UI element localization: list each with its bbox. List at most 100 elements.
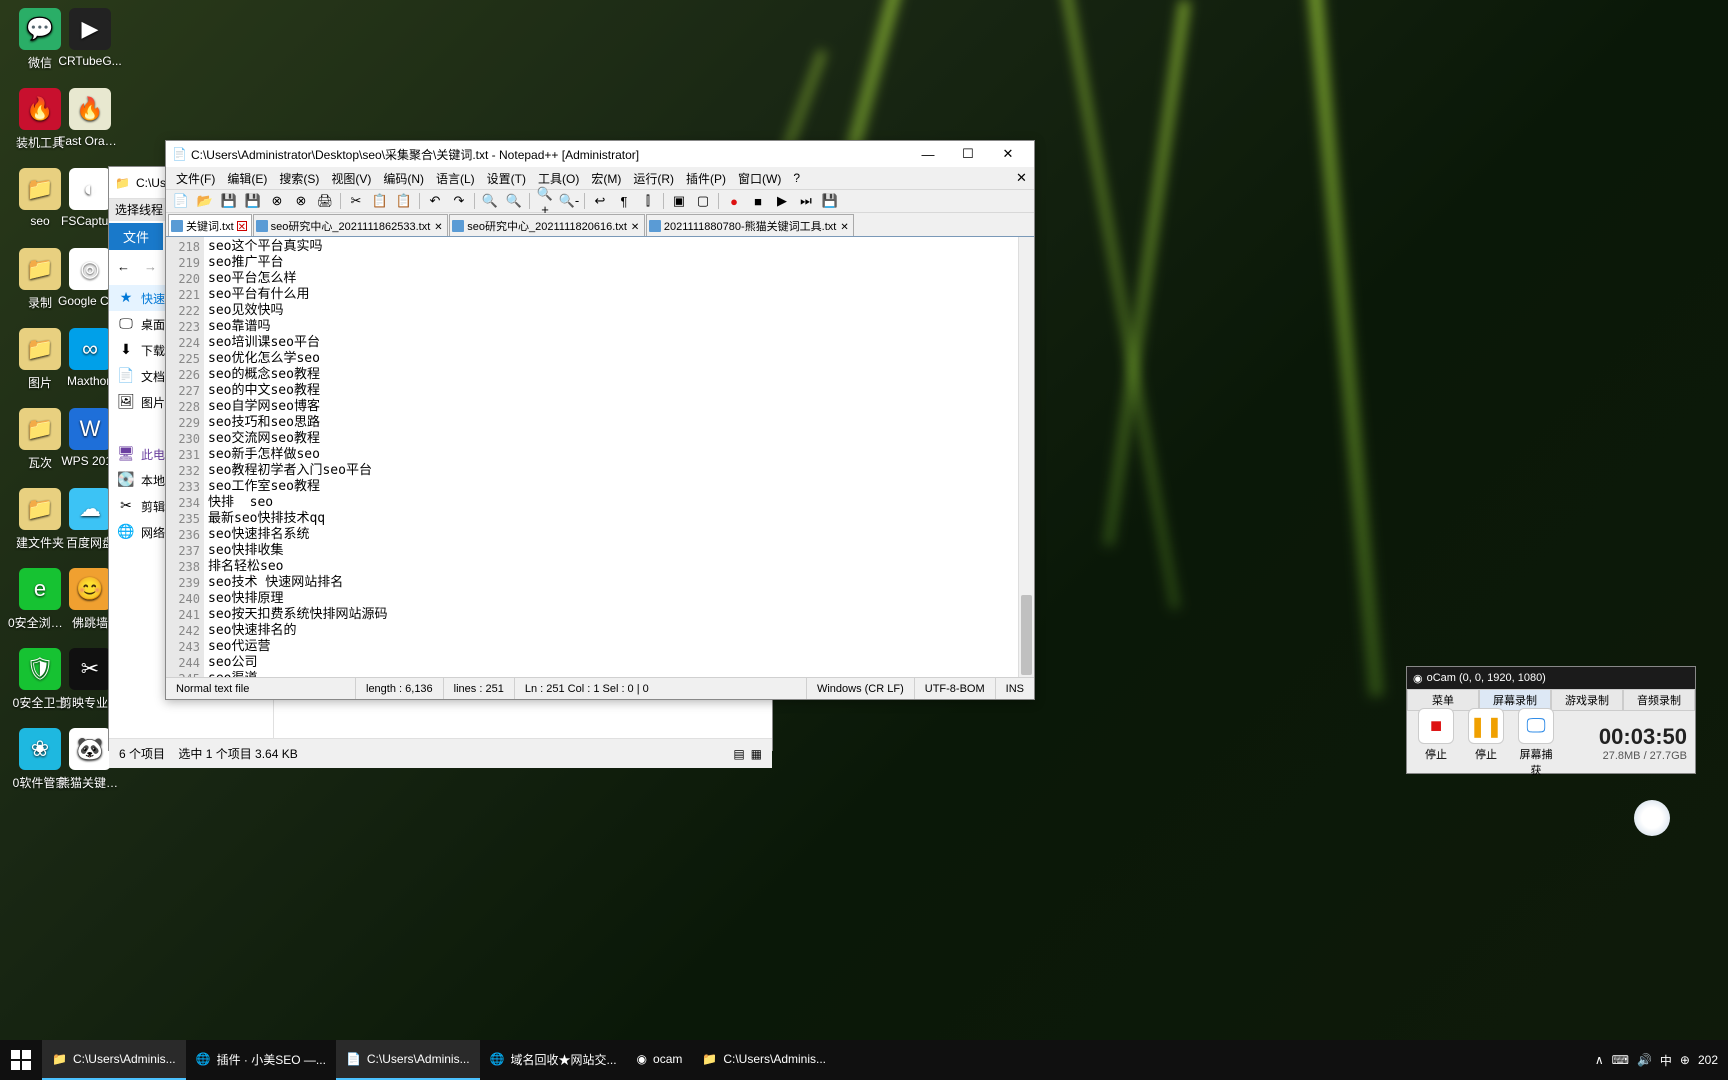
ocam-tab[interactable]: 音频录制	[1623, 689, 1695, 711]
toolbar[interactable]: 📄 📂 💾 💾 ⊗ ⊗ 🖨 ✂ 📋 📋 ↶ ↷ 🔍 🔍 🔍+ 🔍- ↩ ¶ ⫿ …	[166, 189, 1034, 213]
find-icon[interactable]: 🔍	[479, 191, 501, 211]
undo-icon[interactable]: ↶	[424, 191, 446, 211]
maximize-button[interactable]: ☐	[948, 146, 988, 162]
menu-item[interactable]: 窗口(W)	[732, 170, 787, 187]
play-macro-icon[interactable]: ▶	[771, 191, 793, 211]
desktop-icon[interactable]: 🔥Fast Orange	[58, 88, 122, 148]
desktop-icon[interactable]: ▶CRTubeG...	[58, 8, 122, 68]
files-tab[interactable]: 文件	[109, 223, 163, 250]
cut-icon[interactable]: ✂	[345, 191, 367, 211]
taskbar-item[interactable]: 📁C:\Users\Adminis...	[42, 1040, 186, 1080]
assistant-avatar[interactable]	[1634, 800, 1670, 836]
menu-item[interactable]: 文件(F)	[170, 170, 221, 187]
menu-item[interactable]: 搜索(S)	[273, 170, 325, 187]
menu-item[interactable]: 编辑(E)	[221, 170, 273, 187]
replace-icon[interactable]: 🔍	[503, 191, 525, 211]
editor-content[interactable]: seo这个平台真实吗 seo推广平台 seo平台怎么样 seo平台有什么用 se…	[204, 237, 1018, 677]
sidebar-icon: 📄	[117, 367, 135, 385]
close-document-button[interactable]: ✕	[1010, 170, 1030, 186]
editor-tab[interactable]: 2021111880780-熊猫关键词工具.txt✕	[646, 214, 854, 236]
tab-label: seo研究中心_2021111862533.txt	[271, 218, 431, 234]
menu-item[interactable]: 视图(V)	[325, 170, 377, 187]
new-file-icon[interactable]: 📄	[170, 191, 192, 211]
menu-item[interactable]: 编码(N)	[377, 170, 430, 187]
close-file-icon[interactable]: ⊗	[266, 191, 288, 211]
taskbar[interactable]: 📁C:\Users\Adminis...🌐插件 · 小美SEO —...📄C:\…	[0, 1040, 1728, 1080]
tab-label: seo研究中心_2021111820616.txt	[467, 218, 627, 234]
ocam-window[interactable]: ◉oCam (0, 0, 1920, 1080) 菜单屏幕录制游戏录制音频录制 …	[1406, 666, 1696, 774]
menu-item[interactable]: 插件(P)	[680, 170, 732, 187]
open-file-icon[interactable]: 📂	[194, 191, 216, 211]
save-all-icon[interactable]: 💾	[242, 191, 264, 211]
menu-item[interactable]: 宏(M)	[585, 170, 627, 187]
forward-button[interactable]: →	[144, 259, 157, 274]
view-details-icon[interactable]: ▤	[733, 747, 744, 761]
taskbar-icon: ◉	[637, 1052, 647, 1066]
app-icon: ❀	[19, 728, 61, 770]
start-button[interactable]	[0, 1040, 42, 1080]
taskbar-label: 插件 · 小美SEO —...	[217, 1051, 326, 1068]
sidebar-label: 剪辑	[141, 498, 165, 515]
show-all-icon[interactable]: ¶	[613, 191, 635, 211]
wrap-icon[interactable]: ↩	[589, 191, 611, 211]
app-icon: 🔥	[19, 88, 61, 130]
menu-bar[interactable]: 文件(F)编辑(E)搜索(S)视图(V)编码(N)语言(L)设置(T)工具(O)…	[166, 167, 1034, 189]
copy-icon[interactable]: 📋	[369, 191, 391, 211]
menu-item[interactable]: ?	[787, 171, 806, 185]
save-icon[interactable]: 💾	[218, 191, 240, 211]
notepad-plus-plus-window[interactable]: 📄 C:\Users\Administrator\Desktop\seo\采集聚…	[165, 140, 1035, 700]
zoom-in-icon[interactable]: 🔍+	[534, 191, 556, 211]
tab-close-icon[interactable]: ✕	[433, 221, 443, 231]
tray-icon[interactable]: ∧	[1595, 1053, 1604, 1067]
editor-tab[interactable]: seo研究中心_2021111820616.txt✕	[449, 214, 645, 236]
menu-item[interactable]: 语言(L)	[430, 170, 481, 187]
taskbar-item[interactable]: 📄C:\Users\Adminis...	[336, 1040, 480, 1080]
unfold-icon[interactable]: ▢	[692, 191, 714, 211]
fold-icon[interactable]: ▣	[668, 191, 690, 211]
indent-guide-icon[interactable]: ⫿	[637, 191, 659, 211]
ocam-button[interactable]: ❚❚停止	[1465, 708, 1507, 778]
redo-icon[interactable]: ↷	[448, 191, 470, 211]
tab-close-icon[interactable]: ✕	[839, 221, 849, 231]
sidebar-label: 此电	[141, 446, 165, 463]
ocam-button[interactable]: 🖵屏幕捕获	[1515, 708, 1557, 778]
editor-tab[interactable]: 关键词.txt✕	[168, 214, 252, 236]
ocam-tab[interactable]: 游戏录制	[1551, 689, 1623, 711]
ocam-button[interactable]: ■停止	[1415, 708, 1457, 778]
tray-icon[interactable]: 🔊	[1637, 1053, 1652, 1067]
taskbar-clock[interactable]: 202	[1698, 1053, 1718, 1067]
tab-close-icon[interactable]: ✕	[237, 221, 247, 231]
tab-bar[interactable]: 关键词.txt✕seo研究中心_2021111862533.txt✕seo研究中…	[166, 213, 1034, 237]
play-multi-icon[interactable]: ⏭	[795, 191, 817, 211]
app-icon: e	[19, 568, 61, 610]
menu-item[interactable]: 设置(T)	[481, 170, 532, 187]
tray-icon[interactable]: ⌨	[1612, 1053, 1629, 1067]
taskbar-item[interactable]: 🌐域名回收★网站交...	[480, 1040, 627, 1080]
stop-macro-icon[interactable]: ■	[747, 191, 769, 211]
editor-tab[interactable]: seo研究中心_2021111862533.txt✕	[253, 214, 449, 236]
taskbar-label: 域名回收★网站交...	[511, 1051, 617, 1068]
menu-item[interactable]: 运行(R)	[627, 170, 680, 187]
taskbar-item[interactable]: 🌐插件 · 小美SEO —...	[186, 1040, 336, 1080]
print-icon[interactable]: 🖨	[314, 191, 336, 211]
taskbar-item[interactable]: 📁C:\Users\Adminis...	[692, 1040, 836, 1080]
save-macro-icon[interactable]: 💾	[819, 191, 841, 211]
file-type: Normal text file	[166, 678, 356, 699]
back-button[interactable]: ←	[117, 259, 130, 274]
tray-icon[interactable]: ⊕	[1680, 1053, 1690, 1067]
scrollbar-thumb[interactable]	[1021, 595, 1032, 675]
taskbar-item[interactable]: ◉ocam	[627, 1040, 693, 1080]
tab-close-icon[interactable]: ✕	[630, 221, 640, 231]
close-all-icon[interactable]: ⊗	[290, 191, 312, 211]
minimize-button[interactable]: —	[908, 147, 948, 162]
record-macro-icon[interactable]: ●	[723, 191, 745, 211]
system-tray[interactable]: ∧ ⌨ 🔊 中 ⊕ 202	[1585, 1052, 1728, 1069]
tray-icon[interactable]: 中	[1660, 1052, 1672, 1069]
ocam-button-label: 屏幕捕获	[1515, 746, 1557, 778]
zoom-out-icon[interactable]: 🔍-	[558, 191, 580, 211]
menu-item[interactable]: 工具(O)	[532, 170, 585, 187]
view-thumbs-icon[interactable]: ▦	[751, 747, 762, 761]
close-button[interactable]: ✕	[988, 146, 1028, 162]
vertical-scrollbar[interactable]	[1018, 237, 1034, 677]
paste-icon[interactable]: 📋	[393, 191, 415, 211]
